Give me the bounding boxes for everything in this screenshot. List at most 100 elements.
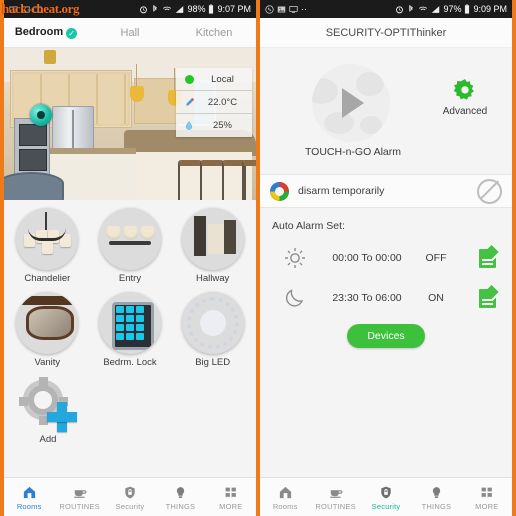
nav-label: Rooms (272, 501, 298, 511)
nav-item-things[interactable]: THINGS (155, 484, 205, 511)
device-label: Bedrm. Lock (103, 357, 157, 368)
nav-label: THINGS (165, 501, 196, 511)
nav-item-rooms[interactable]: Rooms (4, 484, 54, 511)
sun-icon (272, 246, 318, 270)
nav-item-security[interactable]: Security (105, 484, 155, 511)
thermometer-icon (181, 96, 197, 109)
left-bottom-nav[interactable]: Rooms ROUTINES Security THINGS MORE (4, 477, 256, 516)
play-icon (342, 88, 364, 118)
device-tile-hallway[interactable]: Hallway (171, 208, 254, 284)
alarm-icon (140, 5, 148, 13)
device-grid: Chandelier Entry Hallway Vanity Bedrm. L… (4, 200, 256, 376)
shield-lock-icon (105, 484, 155, 501)
schedule-row-day[interactable]: 00:00 To 00:00 OFF (260, 238, 512, 278)
whatsapp-icon (265, 4, 274, 14)
nav-item-routines[interactable]: ROUTINES (310, 484, 360, 511)
wifi-icon (163, 6, 172, 12)
right-bottom-nav[interactable]: Rooms ROUTINES Security THINGS MORE (260, 477, 512, 516)
bulb-icon (411, 484, 461, 501)
hallway-photo (181, 208, 244, 270)
battery-percent: 97% (443, 4, 462, 14)
monitor-icon (289, 5, 298, 13)
device-tile-entry[interactable]: Entry (89, 208, 172, 284)
nav-label: MORE (219, 501, 243, 511)
add-label: Add (39, 434, 57, 445)
nav-label: ROUTINES (315, 501, 356, 511)
bluetooth-icon (153, 4, 158, 12)
devices-button[interactable]: Devices (347, 324, 425, 348)
nav-item-things[interactable]: THINGS (411, 484, 461, 511)
status-row-local: Local (176, 68, 252, 91)
big-led-photo (181, 292, 244, 354)
stool-shape (242, 160, 256, 200)
coffee-cup-icon (310, 484, 360, 501)
schedule-time: 00:00 To 00:00 (332, 252, 402, 264)
nav-item-more[interactable]: MORE (462, 484, 512, 511)
device-label: Entry (118, 273, 142, 284)
edit-icon[interactable] (479, 248, 496, 268)
color-wheel-icon (270, 181, 289, 201)
left-phone-panel: 98% 9:07 PM Bedroom ✓ Hall Kitchen Local… (4, 0, 256, 516)
right-status-bar: ·· 97% 9:09 PM (260, 0, 512, 18)
signal-icon (176, 5, 184, 13)
nav-label: ROUTINES (59, 501, 100, 511)
touch-n-go-alarm-button[interactable] (312, 64, 390, 142)
room-tab-kitchen[interactable]: Kitchen (172, 27, 256, 39)
check-icon: ✓ (66, 28, 78, 39)
left-status-indicators: 98% 9:07 PM (139, 4, 251, 14)
nav-label: THINGS (421, 501, 452, 511)
nav-item-rooms[interactable]: Rooms (260, 484, 310, 511)
auto-alarm-label: Auto Alarm Set: (272, 220, 345, 232)
disarm-temporarily-row[interactable]: disarm temporarily (260, 174, 512, 208)
room-tab-label: Bedroom (14, 26, 64, 38)
coffee-cup-icon (54, 484, 104, 501)
entry-light-photo (98, 208, 161, 270)
device-tile-chandelier[interactable]: Chandelier (6, 208, 89, 284)
right-status-indicators: 97% 9:09 PM (395, 4, 507, 14)
alarm-section: TOUCH-n-GO Alarm Advanced (260, 48, 512, 174)
gear-plus-icon (19, 377, 77, 432)
room-tab-bar[interactable]: Bedroom ✓ Hall Kitchen (4, 18, 256, 48)
play-circle (312, 64, 390, 142)
clock-time: 9:09 PM (473, 4, 507, 14)
more-dots-icon: ·· (301, 4, 307, 14)
site-watermark: hack-cheat.org (2, 1, 80, 16)
edit-icon[interactable] (479, 288, 496, 308)
home-icon (260, 484, 310, 501)
screenshot-stage: 98% 9:07 PM Bedroom ✓ Hall Kitchen Local… (0, 0, 516, 516)
home-icon (4, 484, 54, 501)
advanced-button[interactable]: Advanced (432, 78, 498, 117)
signal-icon (432, 5, 440, 13)
room-tab-hall[interactable]: Hall (88, 27, 172, 39)
alarm-icon (396, 5, 404, 13)
schedule-row-night[interactable]: 23:30 To 06:00 ON (260, 278, 512, 318)
keypad-lock-photo (98, 292, 161, 354)
advanced-label: Advanced (442, 106, 488, 117)
chandelier-photo (16, 208, 79, 270)
device-tile-bedroom-lock[interactable]: Bedrm. Lock (89, 292, 172, 368)
status-local-value: Local (211, 73, 234, 85)
block-icon[interactable] (477, 178, 502, 204)
room-tab-bedroom[interactable]: Bedroom ✓ (4, 26, 88, 39)
disarm-label: disarm temporarily (298, 185, 385, 197)
nav-item-routines[interactable]: ROUTINES (54, 484, 104, 511)
nav-item-security[interactable]: Security (361, 484, 411, 511)
shield-lock-icon (361, 484, 411, 501)
device-tile-vanity[interactable]: Vanity (6, 292, 89, 368)
room-photo[interactable]: Local 22.0°C 25% (4, 48, 256, 200)
image-icon (277, 6, 286, 12)
drum-shape (4, 172, 64, 200)
add-device-tile[interactable]: Add (6, 377, 90, 445)
bulb-icon (155, 484, 205, 501)
device-tile-big-led[interactable]: Big LED (171, 292, 254, 368)
green-gear-icon (452, 78, 478, 104)
grid-icon (206, 484, 256, 501)
nav-label: Security (115, 501, 145, 511)
camera-icon[interactable] (30, 104, 52, 126)
oven-shape (14, 118, 50, 176)
bluetooth-icon (409, 4, 414, 12)
nav-item-more[interactable]: MORE (206, 484, 256, 511)
nav-label: Rooms (16, 501, 42, 511)
battery-percent: 98% (187, 4, 206, 14)
status-humidity-value: 25% (212, 120, 232, 131)
